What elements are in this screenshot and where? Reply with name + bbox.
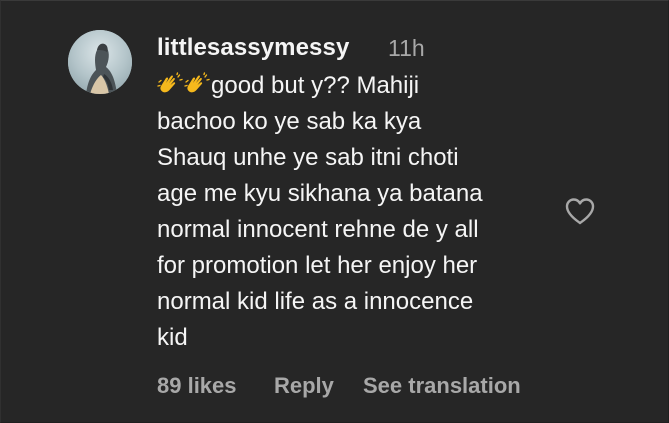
likes-count[interactable]: 89 likes (157, 373, 237, 399)
reply-button[interactable]: Reply (274, 373, 334, 399)
comment-line-2: bachoo ko ye sab ka kya (157, 108, 422, 135)
heart-outline-icon (565, 198, 595, 225)
see-translation-button[interactable]: See translation (363, 373, 521, 399)
clapping-hands-icon (157, 72, 183, 93)
comment-line-7: normal kid life as a innocence (157, 288, 474, 315)
avatar[interactable] (68, 30, 132, 94)
comment-line-4: age me kyu sikhana ya batana (157, 180, 483, 207)
like-button[interactable] (564, 196, 596, 226)
comment-line-1-text: good but y?? Mahiji (211, 72, 420, 99)
comment-line-1: good but y?? Mahiji (157, 68, 557, 104)
comment-line-5: normal innocent rehne de y all (157, 216, 479, 243)
comment-item: littlesassymessy 11h good but y?? Mahiji… (0, 0, 669, 423)
comment-text: good but y?? Mahiji bachoo ko ye sab ka … (157, 68, 557, 356)
comment-line-8: kid (157, 324, 188, 351)
clapping-hands-icon (184, 72, 210, 93)
username[interactable]: littlesassymessy (157, 34, 349, 62)
comment-line-6: for promotion let her enjoy her (157, 252, 478, 279)
timestamp: 11h (388, 35, 425, 61)
clapping-hands-emoji (157, 72, 211, 99)
profile-avatar-icon (68, 30, 132, 94)
comment-line-3: Shauq unhe ye sab itni choti (157, 144, 459, 171)
